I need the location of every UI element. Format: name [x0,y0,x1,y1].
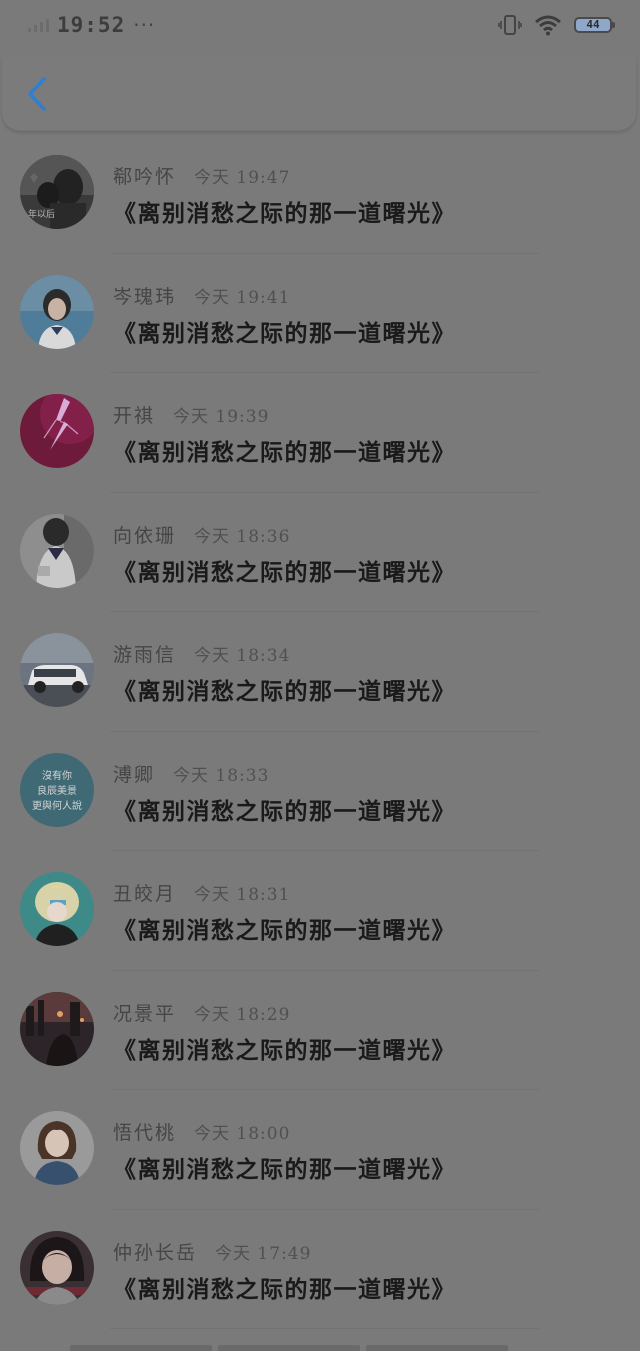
avatar[interactable] [20,633,94,707]
message-time: 今天 18:34 [194,646,291,666]
divider [110,1328,540,1329]
message-time: 今天 19:39 [173,407,270,427]
message-text: 《离别消愁之际的那一道曙光》 [113,1275,456,1303]
sender-name: 向依珊 [113,524,177,547]
message-text: 《离别消愁之际的那一道曙光》 [113,200,456,227]
list-item[interactable]: 岑瑰玮 今天 19:41 《离别消愁之际的那一道曙光》 [0,254,640,373]
avatar[interactable] [20,872,94,946]
chevron-left-icon [28,77,46,111]
battery-level: 44 [586,18,600,31]
avatar[interactable]: 年以后 [20,155,94,229]
status-right: 44 [498,10,615,40]
message-time: 今天 18:36 [194,526,291,547]
message-time: 今天 18:33 [173,765,270,786]
message-text: 《离别消愁之际的那一道曙光》 [113,439,456,466]
message-text: 《离别消愁之际的那一道曙光》 [113,1156,456,1183]
bottom-bar [0,1345,640,1351]
avatar[interactable] [20,513,94,588]
avatar[interactable] [20,991,94,1066]
avatar-text-line: 沒有你 [42,769,72,782]
message-text: 《离别消愁之际的那一道曙光》 [113,678,456,705]
screen: 19:52 ··· 44 年以后 郗吟怀 今天 19:47 《离别消愁之际的那一… [0,0,640,1351]
back-button[interactable] [20,74,54,114]
sender-name: 郗吟怀 [113,166,177,188]
more-dots-icon: ··· [133,13,156,37]
list-item[interactable]: 丑皎月 今天 18:31 《离别消愁之际的那一道曙光》 [0,851,640,971]
message-time: 今天 19:47 [194,168,291,188]
sender-name: 丑皎月 [113,883,177,905]
message-time: 今天 18:29 [194,1004,291,1025]
message-text: 《离别消愁之际的那一道曙光》 [113,558,456,586]
message-time: 今天 18:31 [194,885,291,905]
message-meta: 悟代桃 今天 18:00 [113,1118,290,1145]
list-item[interactable]: 悟代桃 今天 18:00 《离别消愁之际的那一道曙光》 [0,1090,640,1210]
message-meta: 岑瑰玮 今天 19:41 [113,282,290,309]
message-meta: 郗吟怀 今天 19:47 [113,162,290,189]
bottom-bar-segment [366,1345,508,1351]
avatar-couple-dark-image: 年以后 [20,155,94,229]
avatar-girl-dark-image [20,1230,94,1305]
list-item[interactable]: 沒有你 良辰美景 更與何人說 溥卿 今天 18:33 《离别消愁之际的那一道曙光… [0,732,640,851]
message-text: 《离别消愁之际的那一道曙光》 [113,797,456,825]
wifi-icon [535,15,561,36]
avatar-caption: 年以后 [28,208,55,220]
message-meta: 开祺 今天 19:39 [113,401,269,428]
avatar-girl-blue-image [20,274,94,349]
avatar-text-teal-image: 沒有你 良辰美景 更與何人說 [20,752,94,827]
avatar[interactable] [20,274,94,349]
message-text: 《离别消愁之际的那一道曙光》 [113,319,456,347]
message-time: 今天 18:00 [194,1124,291,1144]
sender-name: 仲孙长岳 [113,1241,198,1264]
avatar-text-line: 更與何人說 [32,799,82,812]
avatar-girl-bob-image [20,1111,94,1185]
message-meta: 况景平 今天 18:29 [113,999,290,1026]
list-item[interactable]: 仲孙长岳 今天 17:49 《离别消愁之际的那一道曙光》 [0,1210,640,1329]
sender-name: 悟代桃 [113,1122,177,1144]
sender-name: 游雨信 [113,644,177,666]
sender-name: 岑瑰玮 [113,285,177,308]
message-meta: 溥卿 今天 18:33 [113,760,269,787]
header [2,56,636,131]
bottom-bar-segment [218,1345,360,1351]
message-meta: 丑皎月 今天 18:31 [113,879,290,906]
signal-icon [28,18,49,32]
avatar[interactable] [20,394,94,468]
message-meta: 游雨信 今天 18:34 [113,640,290,667]
status-left: 19:52 ··· [28,10,155,40]
status-time: 19:52 [57,13,126,37]
sender-name: 开祺 [113,405,156,427]
status-bar: 19:52 ··· 44 [0,0,640,50]
message-list: 年以后 郗吟怀 今天 19:47 《离别消愁之际的那一道曙光》 岑瑰玮 今天 1… [0,134,640,1329]
bottom-bar-segment [70,1345,212,1351]
list-item[interactable]: 开祺 今天 19:39 《离别消愁之际的那一道曙光》 [0,373,640,493]
avatar-anime-teal-image [20,872,94,946]
message-time: 今天 17:49 [215,1243,312,1264]
avatar[interactable]: 沒有你 良辰美景 更與何人說 [20,752,94,827]
message-meta: 仲孙长岳 今天 17:49 [113,1238,311,1265]
avatar[interactable] [20,1230,94,1305]
list-item[interactable]: 向依珊 今天 18:36 《离别消愁之际的那一道曙光》 [0,493,640,612]
avatar-girl-uniform-image [20,513,94,588]
list-item[interactable]: 况景平 今天 18:29 《离别消愁之际的那一道曙光》 [0,971,640,1090]
sender-name: 况景平 [113,1002,177,1025]
avatar-text-line: 良辰美景 [37,784,77,797]
avatar-white-car-image [20,633,94,707]
message-text: 《离别消愁之际的那一道曙光》 [113,917,456,944]
list-item[interactable]: 年以后 郗吟怀 今天 19:47 《离别消愁之际的那一道曙光》 [0,134,640,254]
vibrate-icon [498,15,522,35]
sender-name: 溥卿 [113,763,156,786]
avatar[interactable] [20,1111,94,1185]
list-item[interactable]: 游雨信 今天 18:34 《离别消愁之际的那一道曙光》 [0,612,640,732]
message-text: 《离别消愁之际的那一道曙光》 [113,1036,456,1064]
avatar-lightning-magenta-image [20,394,94,468]
avatar-city-night-image [20,991,94,1066]
message-meta: 向依珊 今天 18:36 [113,521,290,548]
message-time: 今天 19:41 [194,287,291,308]
battery-icon: 44 [574,17,615,33]
